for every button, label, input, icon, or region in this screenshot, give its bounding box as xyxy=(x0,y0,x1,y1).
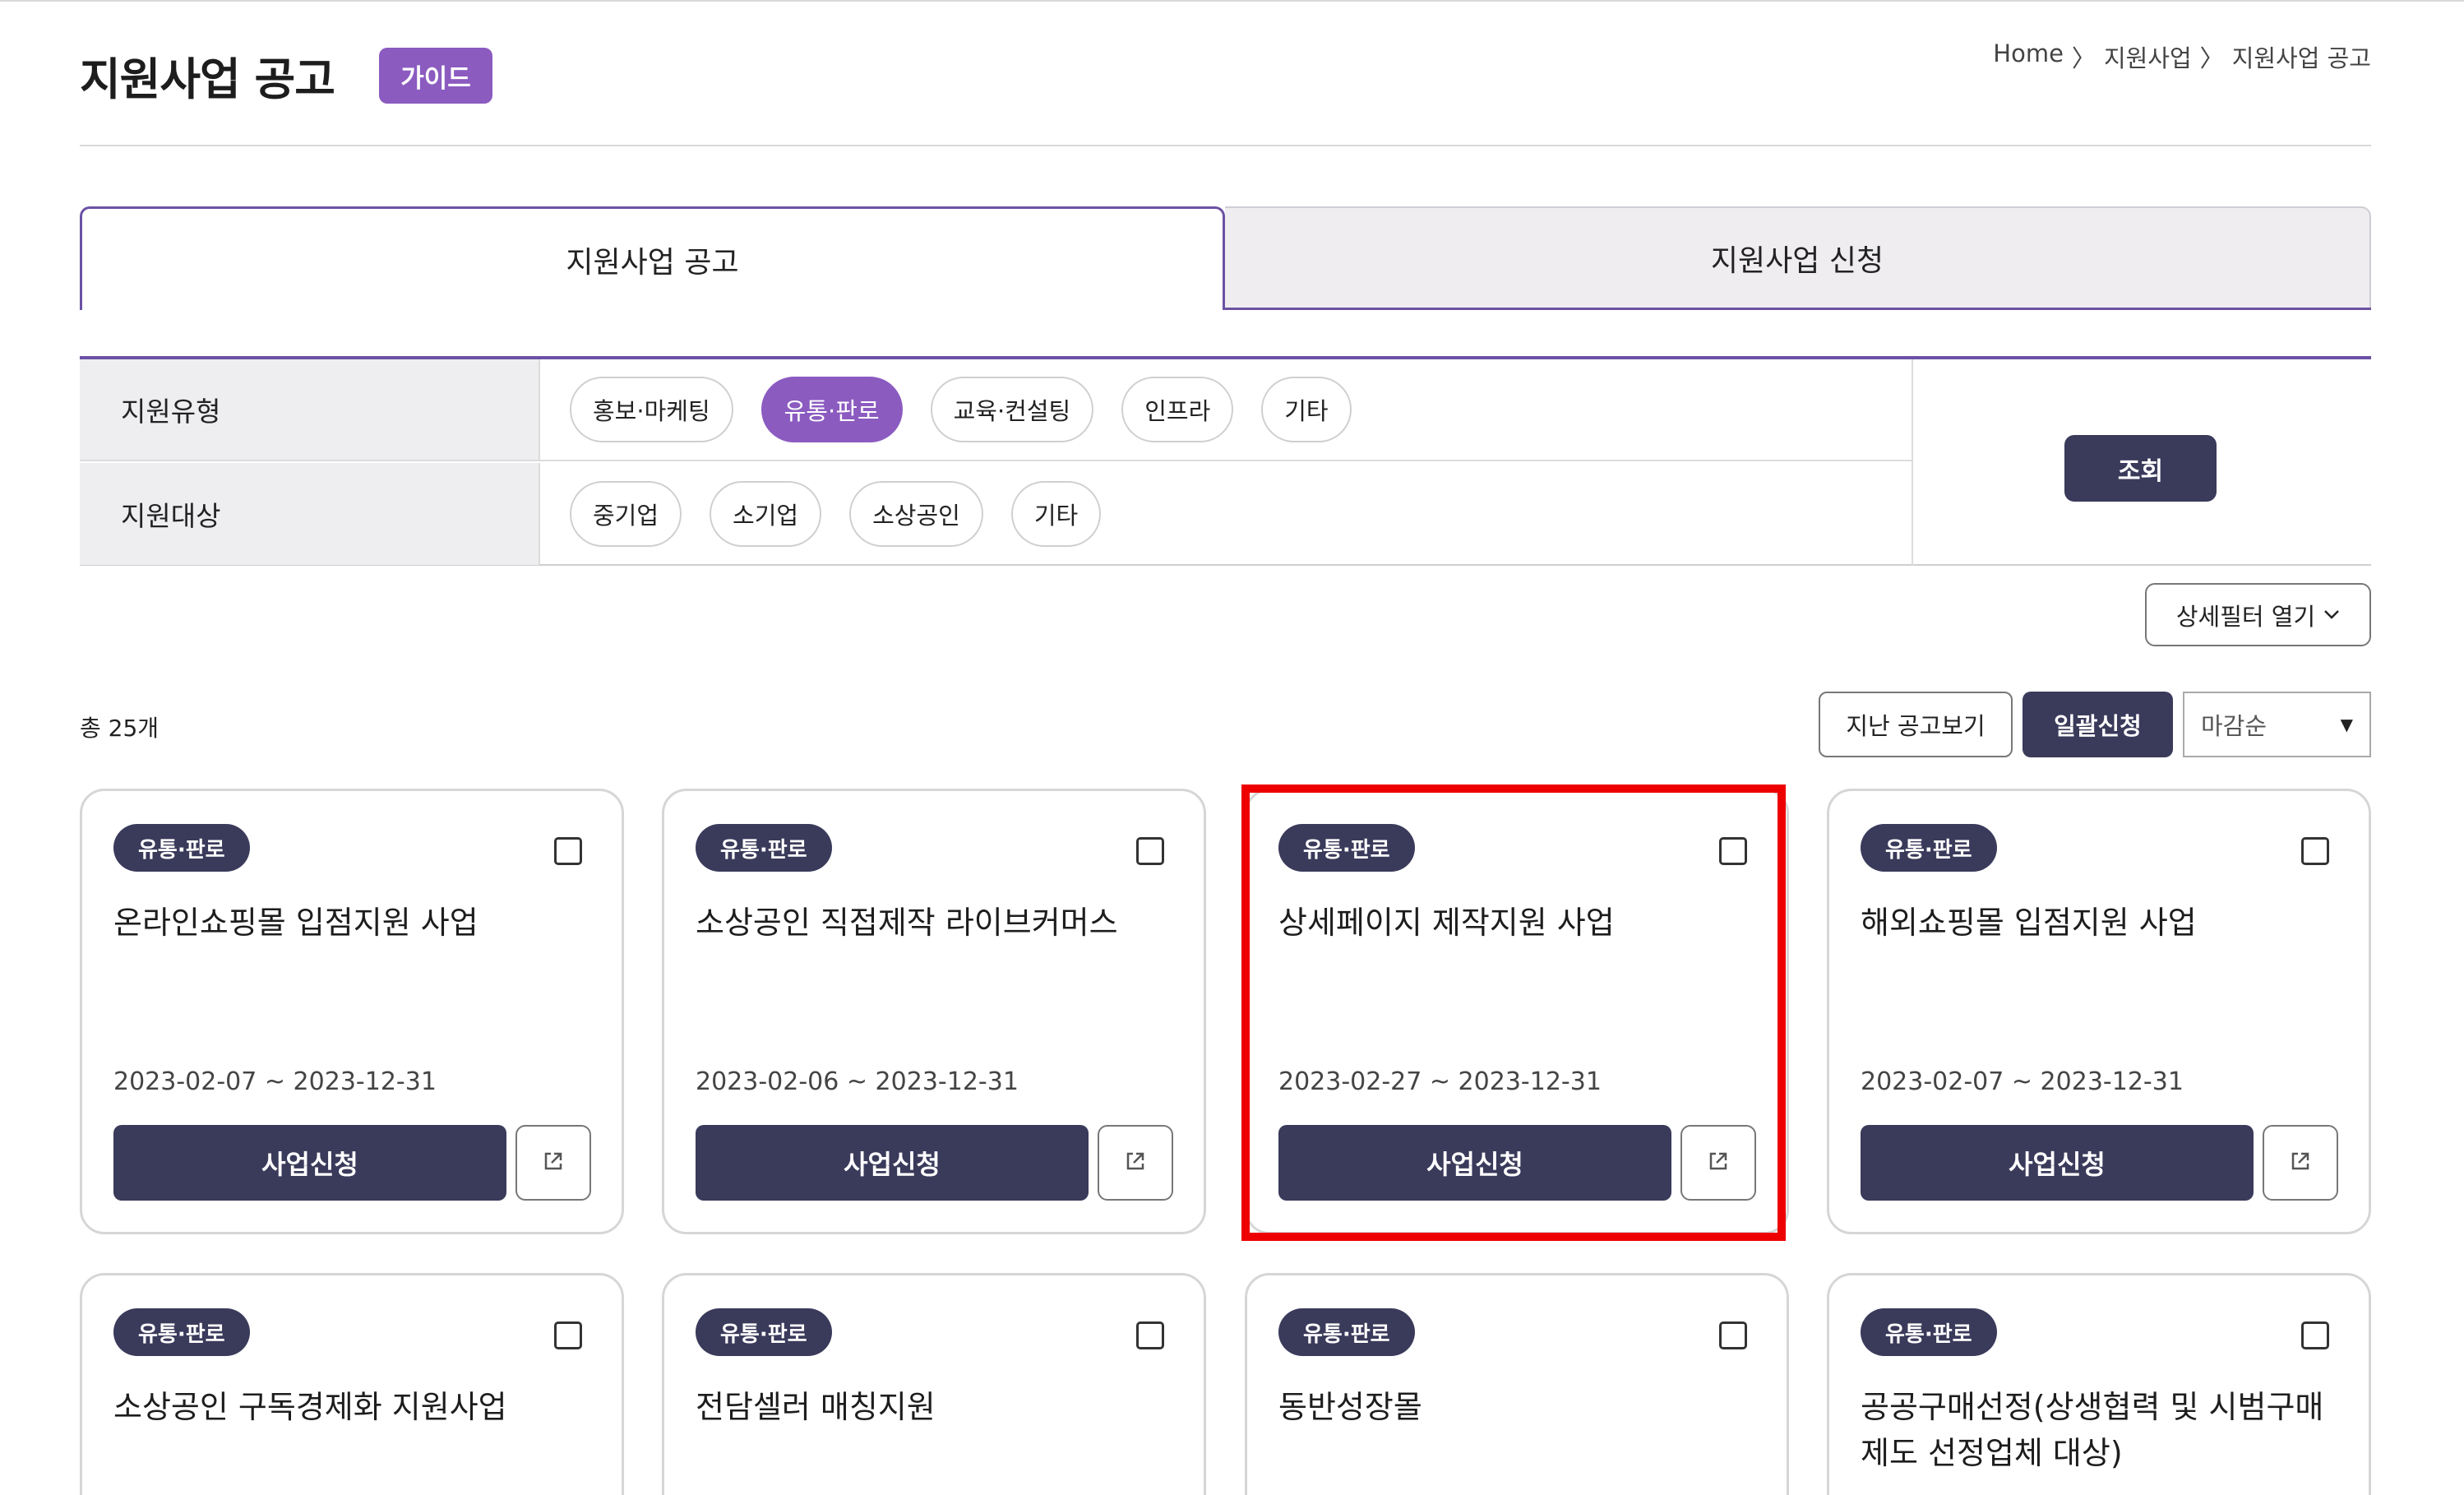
filter-label: 지원대상 xyxy=(80,463,540,565)
top-divider xyxy=(0,0,2464,2)
caret-down-icon: ▼ xyxy=(2340,715,2353,734)
chip-medium-business[interactable]: 중기업 xyxy=(570,481,682,547)
tab-support-notice[interactable]: 지원사업 공고 xyxy=(80,206,1225,310)
chip-distribution[interactable]: 유통·판로 xyxy=(760,377,903,442)
search-button[interactable]: 조회 xyxy=(2064,435,2217,502)
breadcrumb-separator: 〉 xyxy=(2071,44,2096,72)
breadcrumb-current: 지원사업 공고 xyxy=(2231,44,2371,72)
sort-selected-value: 마감순 xyxy=(2201,712,2268,740)
apply-button[interactable]: 사업신청 xyxy=(113,1125,506,1201)
category-badge: 유통·판로 xyxy=(113,1308,250,1356)
header-divider xyxy=(80,145,2371,146)
card-title[interactable]: 소상공인 구독경제화 지원사업 xyxy=(113,1384,590,1430)
filter-label: 지원유형 xyxy=(80,359,540,460)
chip-micro-business[interactable]: 소상공인 xyxy=(849,481,983,547)
chip-group: 중기업 소기업 소상공인 기타 xyxy=(540,481,1102,547)
apply-button[interactable]: 사업신청 xyxy=(1861,1125,2254,1201)
external-link-button[interactable] xyxy=(515,1125,591,1201)
card-title[interactable]: 해외쇼핑몰 입점지원 사업 xyxy=(1861,900,2337,946)
category-badge: 유통·판로 xyxy=(696,824,832,872)
card-title[interactable]: 상세페이지 제작지원 사업 xyxy=(1278,900,1755,946)
category-badge: 유통·판로 xyxy=(696,1308,832,1356)
card-title[interactable]: 소상공인 직접제작 라이브커머스 xyxy=(696,900,1172,946)
category-badge: 유통·판로 xyxy=(1861,824,1997,872)
chip-etc-type[interactable]: 기타 xyxy=(1261,377,1352,442)
card-checkbox[interactable] xyxy=(2301,1321,2329,1349)
card-checkbox[interactable] xyxy=(554,1321,582,1349)
card-checkbox[interactable] xyxy=(1719,837,1747,865)
card-date: 2023-02-06 ~ 2023-12-31 xyxy=(696,1067,1019,1096)
card-date: 2023-02-27 ~ 2023-12-31 xyxy=(1278,1067,1602,1096)
tab-support-apply[interactable]: 지원사업 신청 xyxy=(1225,206,2371,308)
card-checkbox[interactable] xyxy=(554,837,582,865)
breadcrumb-home[interactable]: Home xyxy=(1993,39,2064,74)
program-card: 유통·판로 전담셀러 매칭지원 xyxy=(662,1273,1206,1495)
card-checkbox[interactable] xyxy=(1136,837,1164,865)
sort-select[interactable]: 마감순 ▼ xyxy=(2183,692,2371,757)
detail-filter-label: 상세필터 열기 xyxy=(2175,602,2316,631)
program-card: 유통·판로 소상공인 구독경제화 지원사업 xyxy=(80,1273,624,1495)
card-title[interactable]: 동반성장몰 xyxy=(1278,1384,1755,1430)
card-checkbox[interactable] xyxy=(1136,1321,1164,1349)
card-title[interactable]: 온라인쇼핑몰 입점지원 사업 xyxy=(113,900,590,946)
external-link-button[interactable] xyxy=(1098,1125,1173,1201)
breadcrumb-separator: 〉 xyxy=(2199,44,2224,72)
external-link-button[interactable] xyxy=(1680,1125,1756,1201)
program-card: 유통·판로 동반성장몰 xyxy=(1245,1273,1789,1495)
card-date: 2023-02-07 ~ 2023-12-31 xyxy=(1861,1067,2184,1096)
chip-infra[interactable]: 인프라 xyxy=(1121,377,1234,442)
chip-marketing[interactable]: 홍보·마케팅 xyxy=(570,377,733,442)
tab-underline xyxy=(1225,308,2371,310)
filter-row-support-target: 지원대상 중기업 소기업 소상공인 기타 xyxy=(80,463,1912,565)
chip-education[interactable]: 교육·컨설팅 xyxy=(930,377,1094,442)
program-card: 유통·판로 공공구매선정(상생협력 및 시범구매제도 선정업체 대상) xyxy=(1827,1273,2371,1495)
category-badge: 유통·판로 xyxy=(1861,1308,1997,1356)
filter-row-support-type: 지원유형 홍보·마케팅 유통·판로 교육·컨설팅 인프라 기타 xyxy=(80,359,1912,461)
breadcrumb: Home 〉 지원사업 〉 지원사업 공고 xyxy=(1993,39,2371,74)
guide-button[interactable]: 가이드 xyxy=(379,48,492,104)
card-title[interactable]: 공공구매선정(상생협력 및 시범구매제도 선정업체 대상) xyxy=(1861,1384,2337,1476)
card-checkbox[interactable] xyxy=(1719,1321,1747,1349)
page-title: 지원사업 공고 xyxy=(80,53,335,105)
total-count: 총 25개 xyxy=(80,715,159,742)
card-title[interactable]: 전담셀러 매칭지원 xyxy=(696,1384,1172,1430)
card-checkbox[interactable] xyxy=(2301,837,2329,865)
apply-button[interactable]: 사업신청 xyxy=(1278,1125,1671,1201)
filter-panel: 지원유형 홍보·마케팅 유통·판로 교육·컨설팅 인프라 기타 지원대상 중기업… xyxy=(80,356,2371,566)
detail-filter-button[interactable]: 상세필터 열기 xyxy=(2145,583,2371,646)
chip-group: 홍보·마케팅 유통·판로 교육·컨설팅 인프라 기타 xyxy=(540,377,1352,442)
chevron-down-icon xyxy=(2323,604,2340,625)
bulk-apply-button[interactable]: 일괄신청 xyxy=(2023,692,2173,757)
external-link-icon xyxy=(1704,1147,1732,1178)
breadcrumb-support[interactable]: 지원사업 xyxy=(2104,39,2192,74)
program-card: 유통·판로 소상공인 직접제작 라이브커머스 2023-02-06 ~ 2023… xyxy=(662,789,1206,1234)
chip-etc-target[interactable]: 기타 xyxy=(1010,481,1102,547)
category-badge: 유통·판로 xyxy=(1278,824,1415,872)
program-card: 유통·판로 상세페이지 제작지원 사업 2023-02-27 ~ 2023-12… xyxy=(1245,789,1789,1234)
past-notices-button[interactable]: 지난 공고보기 xyxy=(1819,692,2013,757)
card-date: 2023-02-07 ~ 2023-12-31 xyxy=(113,1067,437,1096)
chip-small-business[interactable]: 소기업 xyxy=(710,481,822,547)
external-link-icon xyxy=(539,1147,567,1178)
category-badge: 유통·판로 xyxy=(113,824,250,872)
program-card: 유통·판로 해외쇼핑몰 입점지원 사업 2023-02-07 ~ 2023-12… xyxy=(1827,789,2371,1234)
external-link-button[interactable] xyxy=(2263,1125,2338,1201)
category-badge: 유통·판로 xyxy=(1278,1308,1415,1356)
tab-bar: 지원사업 공고 지원사업 신청 xyxy=(80,206,2371,310)
program-card: 유통·판로 온라인쇼핑몰 입점지원 사업 2023-02-07 ~ 2023-1… xyxy=(80,789,624,1234)
apply-button[interactable]: 사업신청 xyxy=(696,1125,1089,1201)
external-link-icon xyxy=(1121,1147,1149,1178)
external-link-icon xyxy=(2286,1147,2314,1178)
